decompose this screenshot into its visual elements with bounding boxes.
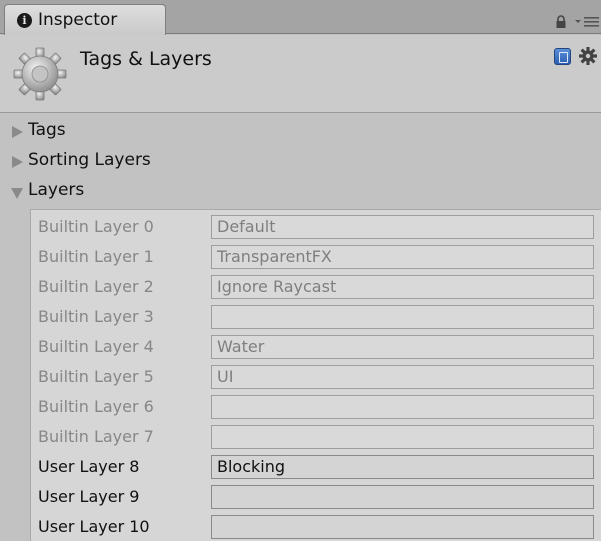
collapsed-arrow-icon — [12, 126, 23, 138]
foldout-tags[interactable]: Tags — [0, 117, 601, 145]
layer-name-field[interactable] — [211, 515, 594, 539]
layer-row: Builtin Layer 6 — [31, 392, 601, 422]
layer-name-field[interactable] — [211, 485, 594, 509]
layer-name-field: Default — [211, 215, 594, 239]
layer-row: Builtin Layer 2 Ignore Raycast — [31, 272, 601, 302]
foldout-layers[interactable]: Layers — [0, 177, 601, 205]
layer-name-field: Water — [211, 335, 594, 359]
layer-row: Builtin Layer 4 Water — [31, 332, 601, 362]
layer-row: Builtin Layer 3 — [31, 302, 601, 332]
layer-row: User Layer 9 — [31, 482, 601, 512]
layer-row: Builtin Layer 0 Default — [31, 212, 601, 242]
page-title: Tags & Layers — [80, 48, 212, 70]
gear-icon — [13, 47, 67, 101]
inspector-header: Tags & Layers — [0, 35, 601, 113]
layer-name-field[interactable]: Blocking — [211, 455, 594, 479]
foldout-tags-label: Tags — [28, 120, 66, 140]
layer-label: Builtin Layer 2 — [38, 277, 154, 296]
tab-inspector-label: Inspector — [38, 10, 118, 30]
layer-name-field — [211, 425, 594, 449]
layer-label: Builtin Layer 4 — [38, 337, 154, 356]
layer-label: User Layer 9 — [38, 487, 140, 506]
layer-label: Builtin Layer 3 — [38, 307, 154, 326]
layers-list: Builtin Layer 0 Default Builtin Layer 1 … — [30, 209, 601, 541]
tab-menu-icon[interactable] — [573, 13, 601, 29]
settings-gear-icon[interactable] — [578, 46, 598, 66]
lock-icon[interactable] — [554, 15, 568, 29]
foldout-sorting-layers-label: Sorting Layers — [28, 150, 151, 170]
layer-row: Builtin Layer 5 UI — [31, 362, 601, 392]
layer-name-field: Ignore Raycast — [211, 275, 594, 299]
layer-label: User Layer 8 — [38, 457, 140, 476]
layer-name-field — [211, 305, 594, 329]
help-book-icon[interactable] — [554, 48, 571, 65]
layer-row: Builtin Layer 7 — [31, 422, 601, 452]
layer-name-field: UI — [211, 365, 594, 389]
layer-label: Builtin Layer 6 — [38, 397, 154, 416]
foldout-sorting-layers[interactable]: Sorting Layers — [0, 147, 601, 175]
layer-row: User Layer 10 — [31, 512, 601, 541]
layer-label: Builtin Layer 5 — [38, 367, 154, 386]
layer-label: Builtin Layer 0 — [38, 217, 154, 236]
collapsed-arrow-icon — [12, 156, 23, 168]
layer-row: Builtin Layer 1 TransparentFX — [31, 242, 601, 272]
layer-name-field — [211, 395, 594, 419]
layer-label: User Layer 10 — [38, 517, 150, 536]
layer-label: Builtin Layer 7 — [38, 427, 154, 446]
layer-label: Builtin Layer 1 — [38, 247, 154, 266]
tab-strip: i Inspector — [0, 0, 601, 35]
expanded-arrow-icon — [11, 188, 23, 199]
layer-row: User Layer 8 Blocking — [31, 452, 601, 482]
foldout-layers-label: Layers — [28, 180, 85, 200]
info-icon: i — [17, 13, 32, 28]
layer-name-field: TransparentFX — [211, 245, 594, 269]
tab-inspector[interactable]: i Inspector — [4, 4, 166, 35]
